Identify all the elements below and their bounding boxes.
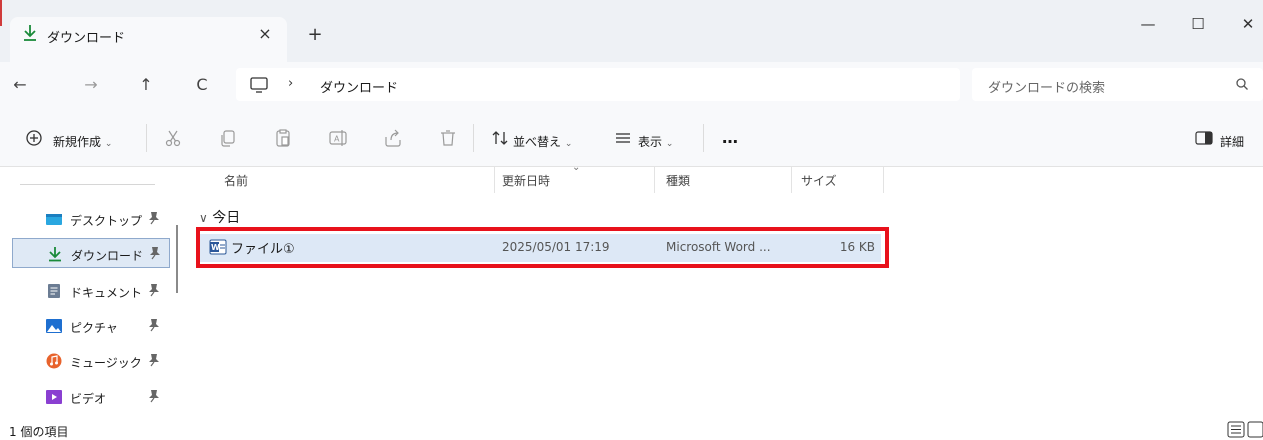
column-separator[interactable] — [791, 166, 792, 193]
sidebar-item-pictures[interactable]: ピクチャ — [38, 311, 170, 341]
minimize-button[interactable]: — — [1128, 10, 1168, 38]
window-edge-accent — [0, 0, 2, 26]
status-item-count: 1 個の項目 — [9, 425, 69, 439]
tab-title: ダウンロード — [47, 31, 126, 46]
new-button[interactable]: 新規作成 ⌄ — [53, 133, 112, 150]
video-folder-icon — [46, 390, 62, 404]
column-separator[interactable] — [883, 166, 884, 193]
column-header-name[interactable]: 名前 — [224, 172, 248, 189]
pin-icon — [149, 212, 159, 225]
share-icon[interactable] — [383, 128, 403, 148]
delete-trash-icon[interactable] — [438, 128, 458, 148]
copy-icon[interactable] — [218, 128, 238, 148]
sidebar-item-music[interactable]: ミュージック — [38, 346, 170, 376]
paste-icon[interactable] — [273, 128, 293, 148]
plus-circle-icon — [26, 130, 42, 146]
sidebar-item-desktop[interactable]: デスクトップ — [38, 204, 170, 234]
chevron-down-icon: ∨ — [199, 211, 208, 225]
details-button[interactable]: 詳細 — [1220, 133, 1244, 150]
close-window-button[interactable]: ✕ — [1228, 10, 1263, 38]
document-folder-icon — [48, 284, 60, 298]
up-button[interactable]: ↑ — [131, 70, 161, 100]
sort-chevron-icon: ⌄ — [572, 162, 581, 173]
view-lines-icon — [616, 133, 630, 143]
chevron-down-icon: ⌄ — [564, 139, 573, 149]
chevron-down-icon: ⌄ — [104, 139, 113, 149]
sidebar-item-label: ビデオ — [70, 392, 107, 406]
pin-icon — [149, 354, 159, 367]
view-button[interactable]: 表示 ⌄ — [638, 133, 673, 150]
search-icon — [1236, 78, 1248, 90]
view-mode-toggle[interactable] — [1227, 419, 1263, 439]
group-label: 今日 — [212, 210, 241, 226]
sidebar-item-label: ピクチャ — [70, 321, 118, 335]
new-button-label: 新規作成 — [53, 135, 102, 149]
search-input[interactable]: ダウンロードの検索 — [988, 77, 1105, 96]
pin-icon — [150, 247, 160, 260]
sidebar-item-label: ドキュメント — [70, 286, 143, 300]
tab-close-button[interactable]: × — [255, 24, 275, 43]
pin-icon — [149, 390, 159, 403]
pictures-folder-icon — [46, 319, 62, 333]
breadcrumb-separator: › — [288, 76, 294, 91]
nav-pane-divider — [20, 184, 155, 185]
group-header-today[interactable]: ∨ 今日 — [199, 207, 240, 227]
svg-text:A: A — [334, 135, 340, 144]
desktop-folder-icon — [46, 214, 62, 225]
pin-icon — [149, 319, 159, 332]
new-tab-button[interactable]: + — [305, 24, 325, 45]
music-folder-icon — [46, 353, 62, 369]
column-header-date[interactable]: 更新日時 — [502, 172, 550, 189]
toolbar-divider — [703, 124, 704, 152]
sidebar-item-downloads[interactable]: ダウンロード — [12, 238, 170, 268]
column-header-size[interactable]: サイズ — [801, 172, 837, 189]
sidebar-item-label: デスクトップ — [70, 214, 143, 228]
download-arrow-icon — [24, 25, 36, 41]
view-button-label: 表示 — [638, 135, 663, 149]
sidebar-item-label: ミュージック — [70, 356, 142, 370]
highlight-annotation-box — [196, 227, 889, 268]
sidebar-item-label: ダウンロード — [71, 249, 144, 263]
more-options-button[interactable]: … — [722, 128, 738, 147]
column-separator[interactable] — [494, 166, 495, 193]
maximize-button[interactable]: ☐ — [1178, 10, 1218, 38]
download-arrow-icon — [49, 247, 61, 262]
chevron-down-icon: ⌄ — [665, 139, 674, 149]
nav-pane-scrollbar[interactable] — [176, 225, 178, 293]
breadcrumb-downloads[interactable]: ダウンロード — [320, 77, 398, 96]
sidebar-item-documents[interactable]: ドキュメント — [38, 276, 170, 306]
column-header-type[interactable]: 種類 — [666, 172, 690, 189]
toolbar-divider — [146, 124, 147, 152]
refresh-button[interactable]: C — [187, 70, 217, 100]
toolbar-divider — [473, 124, 474, 152]
pc-monitor-icon — [250, 77, 268, 93]
cut-icon[interactable] — [163, 128, 183, 148]
sort-button[interactable]: 並べ替え ⌄ — [513, 133, 572, 150]
sort-button-label: 並べ替え — [513, 135, 562, 149]
sort-arrows-icon — [492, 131, 508, 145]
pin-icon — [149, 284, 159, 297]
rename-icon[interactable]: A — [328, 128, 348, 148]
sidebar-item-videos[interactable]: ビデオ — [38, 382, 170, 412]
forward-button[interactable]: → — [76, 70, 106, 100]
back-button[interactable]: ← — [5, 70, 35, 100]
column-separator[interactable] — [654, 166, 655, 193]
details-pane-icon — [1195, 131, 1213, 145]
